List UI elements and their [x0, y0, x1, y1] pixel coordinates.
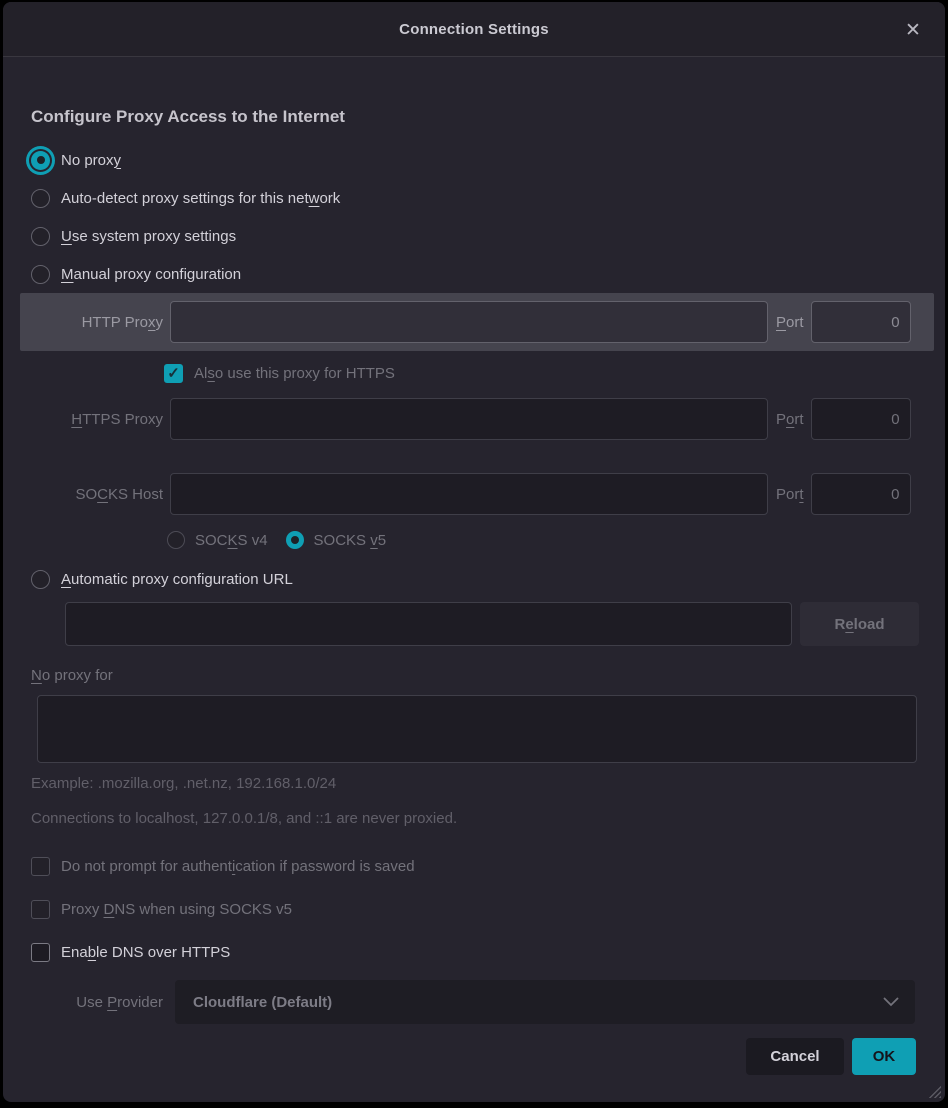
dialog-title: Connection Settings: [399, 21, 549, 38]
ok-button[interactable]: OK: [852, 1038, 916, 1075]
https-proxy-input[interactable]: [170, 398, 768, 440]
checkbox-icon[interactable]: [31, 943, 50, 962]
radio-option-manual-proxy[interactable]: Manual proxy configuration: [3, 255, 945, 293]
radio-icon[interactable]: [31, 265, 50, 284]
provider-selected-value: Cloudflare (Default): [193, 994, 883, 1011]
checkbox-label: Proxy DNS when using SOCKS v5: [61, 901, 292, 918]
socks-v5-label[interactable]: SOCKS v5: [314, 532, 387, 549]
https-proxy-row: HTTPS Proxy Port: [3, 398, 945, 440]
checkbox-label: Do not prompt for authentication if pass…: [61, 858, 415, 875]
example-hint: Example: .mozilla.org, .net.nz, 192.168.…: [31, 775, 945, 795]
http-port-input[interactable]: [811, 301, 911, 343]
checkbox-enable-doh[interactable]: Enable DNS over HTTPS: [31, 943, 945, 962]
reload-button[interactable]: Reload: [800, 602, 919, 646]
dialog-footer: Cancel OK: [3, 1038, 945, 1075]
doh-provider-row: Use Provider Cloudflare (Default): [3, 980, 945, 1024]
radio-label: No proxy: [61, 152, 121, 169]
use-provider-label: Use Provider: [3, 994, 163, 1011]
http-port-label: Port: [776, 314, 804, 331]
chevron-down-icon: [883, 997, 899, 1007]
radio-label: Auto-detect proxy settings for this netw…: [61, 190, 340, 207]
radio-option-auto-detect[interactable]: Auto-detect proxy settings for this netw…: [3, 179, 945, 217]
radio-icon[interactable]: [31, 151, 50, 170]
checkbox-checked-icon[interactable]: ✓: [164, 364, 183, 383]
https-port-label: Port: [776, 411, 804, 428]
checkbox-label: Also use this proxy for HTTPS: [194, 365, 395, 382]
http-proxy-input[interactable]: [170, 301, 768, 343]
auto-config-url-row: Reload: [3, 602, 945, 646]
radio-icon-socks-v5[interactable]: [286, 531, 304, 549]
no-proxy-for-label: No proxy for: [31, 667, 945, 687]
socks-port-input[interactable]: [811, 473, 911, 515]
checkbox-no-auth-prompt[interactable]: Do not prompt for authentication if pass…: [31, 857, 945, 876]
page-title: Configure Proxy Access to the Internet: [31, 107, 945, 127]
dialog-titlebar: Connection Settings ✕: [3, 2, 945, 57]
auto-config-url-input[interactable]: [65, 602, 792, 646]
socks-version-row: SOCKS v4 SOCKS v5: [3, 528, 945, 552]
cancel-button[interactable]: Cancel: [746, 1038, 844, 1075]
connection-settings-dialog: Connection Settings ✕ Configure Proxy Ac…: [3, 2, 945, 1102]
radio-label: Use system proxy settings: [61, 228, 236, 245]
checkbox-label: Enable DNS over HTTPS: [61, 944, 230, 961]
localhost-note: Connections to localhost, 127.0.0.1/8, a…: [31, 810, 945, 830]
no-proxy-for-textarea[interactable]: [37, 695, 917, 763]
http-proxy-label: HTTP Proxy: [20, 314, 163, 331]
radio-option-system-proxy[interactable]: Use system proxy settings: [3, 217, 945, 255]
radio-icon[interactable]: [31, 570, 50, 589]
radio-icon[interactable]: [31, 227, 50, 246]
https-port-input[interactable]: [811, 398, 911, 440]
radio-icon[interactable]: [31, 189, 50, 208]
checkbox-icon[interactable]: [31, 857, 50, 876]
provider-select[interactable]: Cloudflare (Default): [175, 980, 915, 1024]
close-icon[interactable]: ✕: [899, 16, 927, 44]
checkbox-icon[interactable]: [31, 900, 50, 919]
resize-grip[interactable]: [926, 1083, 941, 1098]
socks-host-row: SOCKS Host Port: [3, 473, 945, 515]
socks-host-label: SOCKS Host: [3, 486, 163, 503]
checkbox-also-use-for-https[interactable]: ✓ Also use this proxy for HTTPS: [164, 360, 945, 386]
radio-icon-socks-v4[interactable]: [167, 531, 185, 549]
socks-v4-label[interactable]: SOCKS v4: [195, 532, 268, 549]
radio-label: Automatic proxy configuration URL: [61, 571, 293, 588]
socks-port-label: Port: [776, 486, 804, 503]
https-proxy-label: HTTPS Proxy: [3, 411, 163, 428]
socks-host-input[interactable]: [170, 473, 768, 515]
radio-option-auto-config-url[interactable]: Automatic proxy configuration URL: [3, 565, 945, 593]
radio-label: Manual proxy configuration: [61, 266, 241, 283]
http-proxy-row-highlighted: HTTP Proxy Port: [20, 293, 934, 351]
checkbox-proxy-dns-socks5[interactable]: Proxy DNS when using SOCKS v5: [31, 900, 945, 919]
radio-option-no-proxy[interactable]: No proxy: [3, 141, 945, 179]
